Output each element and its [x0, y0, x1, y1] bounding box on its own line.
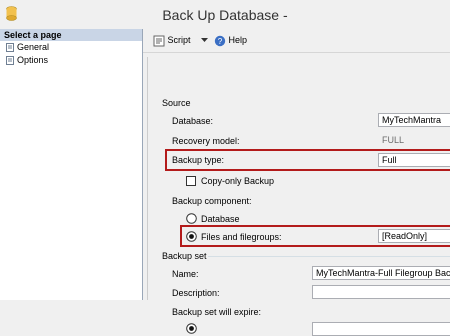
copy-only-label: Copy-only Backup [201, 176, 275, 186]
select-page-pane: Select a page General Options [0, 29, 143, 300]
backup-set-section-label: Backup set [162, 251, 207, 261]
window-title: Back Up Database - [162, 7, 288, 23]
page-icon [6, 56, 14, 66]
expire-after-radio[interactable] [186, 323, 197, 334]
page-item-options[interactable]: Options [6, 54, 48, 66]
page-item-general[interactable]: General [6, 41, 49, 53]
recovery-model-label: Recovery model: [172, 136, 240, 146]
script-button[interactable]: Script [153, 33, 191, 47]
copy-only-checkbox[interactable] [186, 176, 196, 186]
expire-days-input[interactable] [312, 322, 450, 336]
help-icon: ? [214, 35, 226, 46]
page-icon [6, 43, 14, 53]
database-radio-label: Database [201, 214, 240, 224]
files-filegroups-radio[interactable] [186, 231, 197, 242]
select-page-header: Select a page [0, 29, 142, 41]
name-input[interactable]: MyTechMantra-Full Filegroup Backup [312, 266, 450, 280]
source-section-label: Source [162, 98, 191, 108]
help-button[interactable]: ? Help [214, 33, 247, 47]
recovery-model-value: FULL [378, 133, 450, 147]
backup-type-select[interactable]: Full [378, 153, 450, 167]
toolbar-divider [143, 52, 450, 53]
toolbar: Script ? Help [143, 29, 450, 51]
files-filegroups-label: Files and filegroups: [201, 232, 282, 242]
files-filegroups-field[interactable]: [ReadOnly] [378, 229, 450, 243]
script-icon [153, 35, 165, 47]
help-label: Help [228, 35, 248, 45]
page-item-label: General [17, 42, 50, 52]
backup-set-divider [208, 256, 450, 257]
script-label: Script [167, 35, 191, 45]
database-select[interactable]: MyTechMantra [378, 113, 450, 127]
backup-type-label: Backup type: [172, 155, 225, 165]
general-page: Script ? Help Source Database: MyTechMan… [143, 29, 450, 336]
description-label: Description: [172, 288, 220, 298]
database-radio[interactable] [186, 213, 197, 224]
name-label: Name: [172, 269, 199, 279]
svg-text:?: ? [218, 37, 223, 46]
title-bar: Back Up Database - [0, 0, 450, 30]
description-input[interactable] [312, 285, 450, 299]
backup-component-label: Backup component: [172, 196, 252, 206]
page-item-label: Options [17, 55, 49, 65]
options-panel: Source Database: MyTechMantra Recovery m… [147, 57, 450, 336]
database-label: Database: [172, 116, 214, 126]
chevron-down-icon[interactable] [201, 38, 208, 42]
backup-expire-label: Backup set will expire: [172, 307, 262, 317]
